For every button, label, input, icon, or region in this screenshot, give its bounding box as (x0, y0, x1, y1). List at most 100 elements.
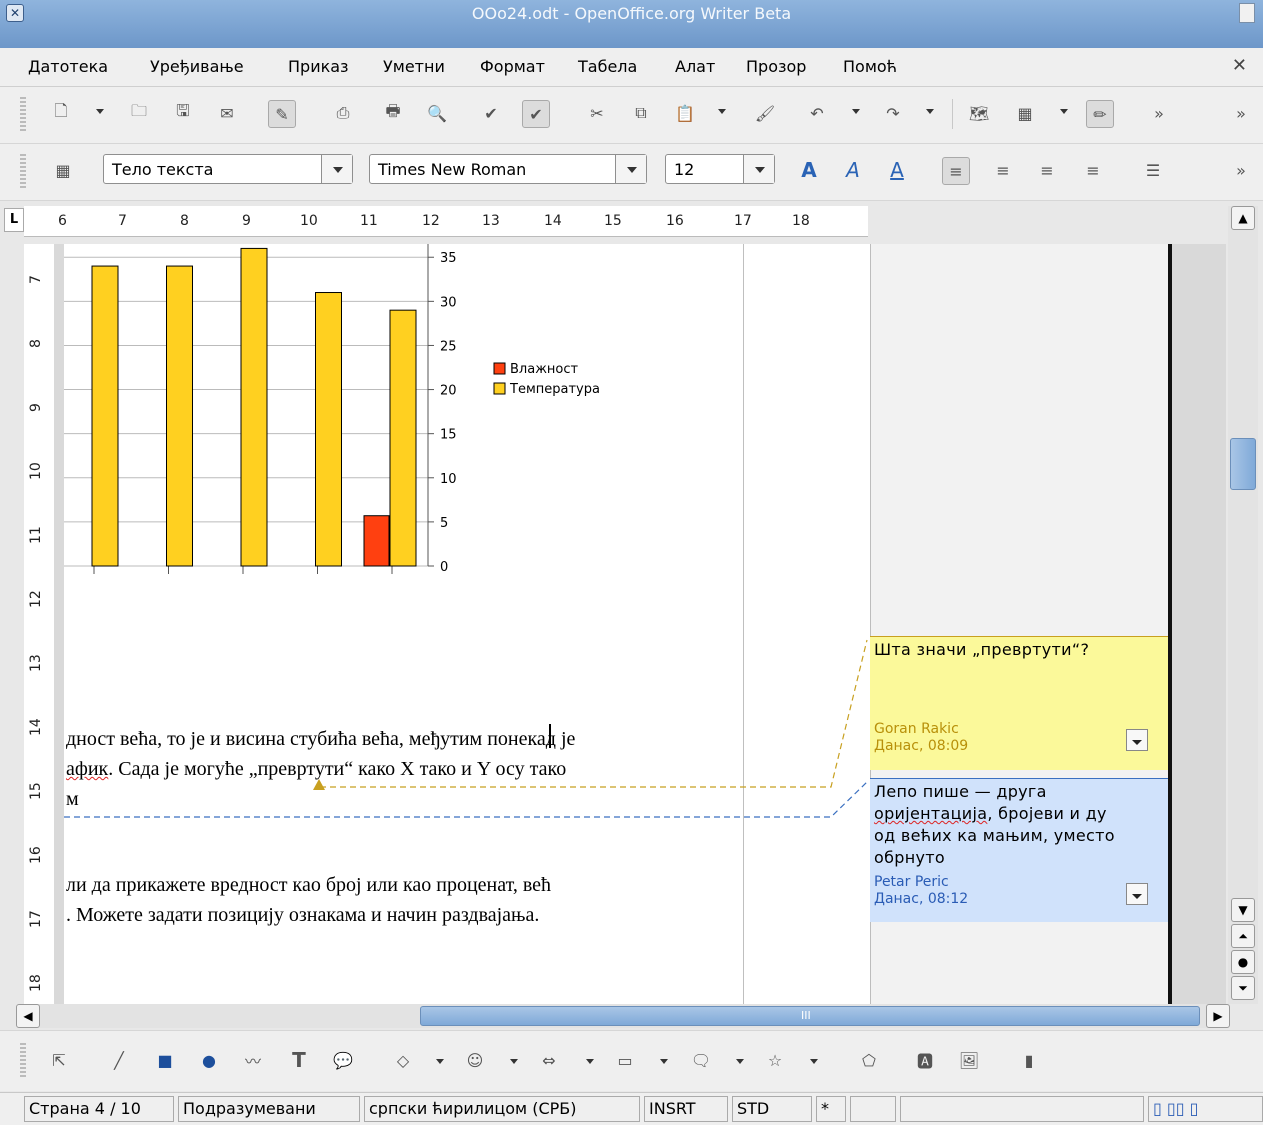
navigator-icon[interactable]: 🗺 (966, 100, 992, 126)
toolbar-grip[interactable] (20, 154, 26, 188)
chevron-down-icon[interactable] (321, 155, 352, 183)
extrusion-icon[interactable]: ▮ (1016, 1047, 1042, 1073)
view-layout-icon[interactable]: ▯ ▯▯ ▯ (1148, 1096, 1263, 1122)
select-icon[interactable]: ⇱ (46, 1047, 72, 1073)
save-icon[interactable]: 🖫 (170, 100, 196, 126)
paste-dropdown-icon[interactable] (718, 109, 726, 114)
chevron-down-icon[interactable] (615, 155, 646, 183)
edit-mode-icon[interactable]: ✎ (268, 100, 296, 128)
toolbar-grip[interactable] (20, 1043, 26, 1077)
font-size-select[interactable]: 12 (665, 154, 775, 184)
italic-icon[interactable]: A (840, 157, 866, 183)
callouts-dropdown-icon[interactable] (736, 1059, 744, 1064)
freeform-line-icon[interactable]: 〰 (240, 1047, 266, 1073)
text-icon[interactable]: T (286, 1047, 312, 1073)
from-file-icon[interactable]: 🖼 (956, 1047, 982, 1073)
menu-file[interactable]: Датотека (28, 57, 108, 76)
redo-icon[interactable]: ↷ (880, 100, 906, 126)
align-left-icon[interactable]: ≡ (942, 157, 970, 185)
selection-mode[interactable]: STD (732, 1096, 812, 1122)
font-name-select[interactable]: Times New Roman (369, 154, 647, 184)
show-draw-functions-icon[interactable]: ✏ (1086, 100, 1114, 128)
paragraph-line[interactable]: ли да прикажете вредност као број или ка… (66, 874, 551, 897)
toolbar-overflow-icon[interactable]: » (1228, 157, 1254, 183)
cut-icon[interactable]: ✂ (584, 100, 610, 126)
align-center-icon[interactable]: ≡ (990, 157, 1016, 183)
insert-mode[interactable]: INSRT (644, 1096, 728, 1122)
horizontal-ruler[interactable]: 6 7 8 9 10 11 12 13 14 15 16 17 18 (24, 206, 868, 237)
paragraph-line[interactable]: . Можете задати позицију ознакама и начи… (66, 904, 539, 927)
basic-shapes-dropdown-icon[interactable] (436, 1059, 444, 1064)
basic-shapes-icon[interactable]: ◇ (390, 1047, 416, 1073)
tab-stop-type-icon[interactable]: L (4, 208, 24, 232)
menu-insert[interactable]: Уметни (383, 57, 445, 76)
undo-dropdown-icon[interactable] (852, 109, 860, 114)
table-dropdown-icon[interactable] (1060, 109, 1068, 114)
menu-format[interactable]: Формат (480, 57, 545, 76)
table-icon[interactable]: ▦ (1012, 100, 1038, 126)
menu-tools[interactable]: Алат (675, 57, 715, 76)
page-style[interactable]: Подразумевани (178, 1096, 360, 1122)
scroll-left-icon[interactable]: ◀ (16, 1004, 40, 1028)
digital-signature[interactable] (850, 1096, 896, 1122)
vertical-ruler[interactable]: 7 8 9 10 11 12 13 14 15 16 17 18 (24, 244, 54, 1004)
toolbar-grip[interactable] (20, 97, 26, 131)
format-paintbrush-icon[interactable]: 🖌 (752, 100, 778, 126)
ellipse-icon[interactable]: ● (196, 1047, 222, 1073)
stars-dropdown-icon[interactable] (810, 1059, 818, 1064)
undo-icon[interactable]: ↶ (804, 100, 830, 126)
menu-window[interactable]: Прозор (746, 57, 806, 76)
export-pdf-icon[interactable]: ⎙ (330, 100, 356, 126)
styles-and-formatting-icon[interactable]: ▦ (50, 157, 76, 183)
justify-icon[interactable]: ≡ (1080, 157, 1106, 183)
chevron-down-icon[interactable] (743, 155, 774, 183)
block-arrows-icon[interactable]: ⇔ (536, 1047, 562, 1073)
comment-menu-button[interactable] (1126, 883, 1148, 905)
menu-view[interactable]: Приказ (288, 57, 349, 76)
redo-dropdown-icon[interactable] (926, 109, 934, 114)
block-arrows-dropdown-icon[interactable] (586, 1059, 594, 1064)
menu-table[interactable]: Табела (578, 57, 637, 76)
bold-icon[interactable]: A (796, 157, 822, 183)
fontwork-icon[interactable]: 🅰 (912, 1047, 938, 1073)
auto-spellcheck-icon[interactable]: ✔ (522, 100, 550, 128)
vertical-scrollbar[interactable] (1228, 206, 1258, 1004)
align-right-icon[interactable]: ≡ (1034, 157, 1060, 183)
scroll-down-icon[interactable]: ▼ (1231, 898, 1255, 922)
stars-icon[interactable]: ☆ (762, 1047, 788, 1073)
close-document-icon[interactable]: ✕ (1232, 55, 1247, 76)
flowcharts-icon[interactable]: ▭ (612, 1047, 638, 1073)
page-indicator[interactable]: Страна 4 / 10 (24, 1096, 174, 1122)
comment-note[interactable]: Шта значи „превртути“? Goran Rakic Данас… (870, 636, 1168, 770)
scroll-right-icon[interactable]: ▶ (1206, 1004, 1230, 1028)
paste-icon[interactable]: 📋 (672, 100, 698, 126)
email-icon[interactable]: ✉ (214, 100, 240, 126)
callouts-icon[interactable]: 🗨 (688, 1047, 714, 1073)
horizontal-scroll-thumb[interactable]: III (420, 1006, 1200, 1026)
comment-note[interactable]: Лепо пише — друга оријентација, бројеви … (870, 778, 1168, 922)
toolbar-overflow-icon[interactable]: » (1146, 100, 1172, 126)
rectangle-icon[interactable]: ■ (152, 1047, 178, 1073)
new-document-icon[interactable]: 🗋 (48, 100, 74, 126)
open-icon[interactable]: 🗀 (126, 100, 152, 126)
symbol-shapes-icon[interactable]: ☺ (462, 1047, 488, 1073)
new-dropdown-icon[interactable] (96, 109, 104, 114)
misspelled-word[interactable]: оријентација (874, 804, 987, 823)
menu-help[interactable]: Помоћ (843, 57, 897, 76)
callout-icon[interactable]: 💬 (330, 1047, 356, 1073)
paragraph-style-select[interactable]: Тело текста (103, 154, 353, 184)
underline-icon[interactable]: A (884, 157, 910, 183)
vertical-scroll-thumb[interactable] (1230, 438, 1256, 490)
print-icon[interactable]: 🖶 (380, 100, 406, 126)
points-icon[interactable]: ⬠ (856, 1047, 882, 1073)
flowcharts-dropdown-icon[interactable] (660, 1059, 668, 1064)
numbering-icon[interactable]: ☰ (1140, 157, 1166, 183)
toolbar-overflow-icon[interactable]: » (1228, 100, 1254, 126)
next-page-icon[interactable]: ⏷ (1231, 976, 1255, 1000)
language-indicator[interactable]: српски ћирилицом (СРБ) (364, 1096, 640, 1122)
spellcheck-icon[interactable]: ✔ (478, 100, 504, 126)
scroll-up-icon[interactable]: ▲ (1231, 206, 1255, 230)
comment-menu-button[interactable] (1126, 729, 1148, 751)
previous-page-icon[interactable]: ⏶ (1231, 924, 1255, 948)
line-icon[interactable]: ╱ (106, 1047, 132, 1073)
